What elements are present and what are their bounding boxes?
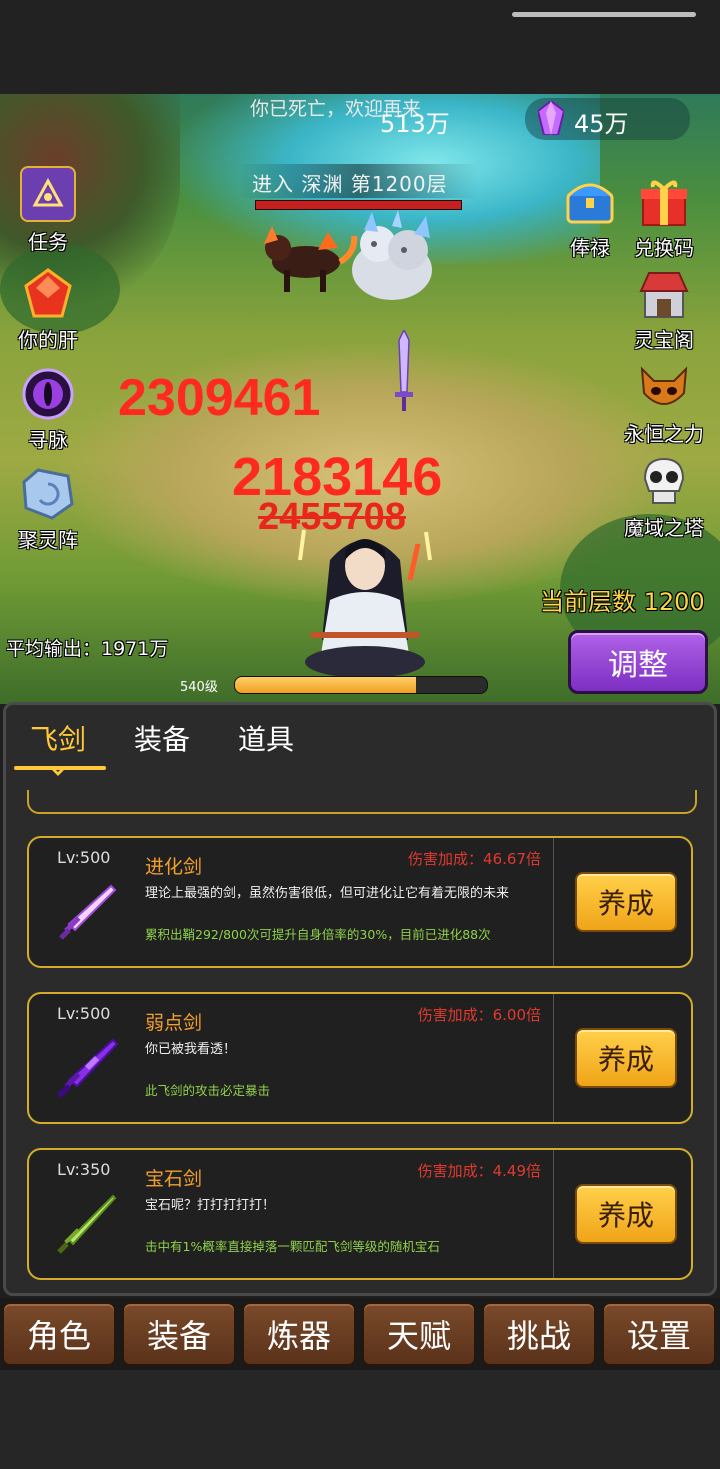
quest-button[interactable]: 任务 bbox=[0, 166, 96, 255]
money-amount: 513万 bbox=[380, 110, 450, 138]
nav-forge[interactable]: 炼器 bbox=[242, 1302, 356, 1366]
quest-book-icon bbox=[20, 166, 76, 222]
vein-search-label: 寻脉 bbox=[28, 428, 68, 452]
purple-eye-icon bbox=[22, 368, 74, 420]
crystal-golem-enemy bbox=[352, 210, 432, 300]
damage-number: 2455708 bbox=[258, 496, 406, 538]
sword-description: 宝石呢？打打打打打！ bbox=[145, 1198, 276, 1213]
gift-box-icon bbox=[638, 176, 690, 228]
footer-area bbox=[0, 1370, 720, 1469]
gem-sword-icon bbox=[57, 1194, 117, 1254]
list-item: Lv:500 弱点剑 伤害加成：6.00倍 你已被我看透！ 此飞剑的攻击必定暴击… bbox=[27, 992, 693, 1124]
spirit-shop-button[interactable]: 灵宝阁 bbox=[616, 268, 712, 353]
vein-search-button[interactable]: 寻脉 bbox=[0, 368, 96, 453]
demon-tower-button[interactable]: 魔域之塔 bbox=[616, 456, 712, 541]
nav-equipment[interactable]: 装备 bbox=[122, 1302, 236, 1366]
sword-level: Lv:500 bbox=[57, 1004, 111, 1023]
sword-damage-bonus: 伤害加成：6.00倍 bbox=[417, 1006, 541, 1024]
redeem-code-label: 兑换码 bbox=[634, 236, 694, 260]
liver-button[interactable]: 你的肝 bbox=[0, 268, 96, 353]
nav-settings[interactable]: 设置 bbox=[602, 1302, 716, 1366]
sword-effect: 击中有1%概率直接掉落一颗匹配飞剑等级的随机宝石 bbox=[145, 1239, 440, 1254]
xp-bar bbox=[234, 676, 488, 694]
list-item-previous-edge bbox=[27, 790, 697, 814]
sword-name: 宝石剑 bbox=[145, 1168, 203, 1190]
red-crystal-icon bbox=[22, 268, 74, 320]
shop-icon bbox=[638, 268, 690, 320]
evolution-sword-icon bbox=[59, 884, 117, 940]
nav-talent[interactable]: 天赋 bbox=[362, 1302, 476, 1366]
train-button[interactable]: 养成 bbox=[575, 1184, 677, 1244]
stage-title: 进入 深渊 第1200层 bbox=[252, 172, 448, 196]
demon-tower-label: 魔域之塔 bbox=[624, 516, 704, 540]
sword-damage-bonus: 伤害加成：4.49倍 bbox=[417, 1162, 541, 1180]
sword-description: 你已被我看透！ bbox=[145, 1042, 237, 1057]
tab-flying-sword[interactable]: 飞剑 bbox=[30, 718, 86, 758]
gem-icon bbox=[538, 101, 564, 135]
sword-description: 理论上最强的剑，虽然伤害很低，但可进化让它有着无限的未来 bbox=[145, 886, 510, 901]
gem-amount: 45万 bbox=[574, 110, 629, 138]
status-bar bbox=[0, 0, 720, 94]
redeem-code-button[interactable]: 兑换码 bbox=[616, 176, 712, 261]
sword-name: 进化剑 bbox=[145, 856, 203, 878]
eternal-power-button[interactable]: 永恒之力 bbox=[616, 362, 712, 447]
spirit-array-button[interactable]: 聚灵阵 bbox=[0, 468, 96, 553]
spirit-array-label: 聚灵阵 bbox=[18, 528, 78, 552]
skull-icon bbox=[638, 456, 690, 508]
spirit-stone-icon bbox=[22, 468, 74, 520]
enemy-hp-bar bbox=[255, 200, 462, 210]
sword-damage-bonus: 伤害加成：46.67倍 bbox=[408, 850, 541, 868]
sword-level: Lv:500 bbox=[57, 848, 111, 867]
spirit-shop-label: 灵宝阁 bbox=[634, 328, 694, 352]
liver-label: 你的肝 bbox=[18, 328, 78, 352]
chevron-down-icon bbox=[48, 766, 68, 776]
treasure-chest-icon bbox=[564, 176, 616, 228]
train-button[interactable]: 养成 bbox=[575, 872, 677, 932]
damage-number: 2309461 bbox=[118, 369, 321, 427]
sword-effect: 累积出鞘292/800次可提升自身倍率的30%，目前已进化88次 bbox=[145, 927, 491, 942]
demon-mask-icon bbox=[638, 362, 690, 414]
tab-equipment[interactable]: 装备 bbox=[134, 718, 190, 758]
list-item: Lv:350 宝石剑 伤害加成：4.49倍 宝石呢？打打打打打！ 击中有1%概率… bbox=[27, 1148, 693, 1280]
fire-wolf-enemy bbox=[264, 226, 358, 292]
sword-level: Lv:350 bbox=[57, 1160, 111, 1179]
xp-bar-fill bbox=[235, 677, 417, 693]
eternal-power-label: 永恒之力 bbox=[624, 422, 704, 446]
nav-character[interactable]: 角色 bbox=[2, 1302, 116, 1366]
average-output: 平均输出：1971万 bbox=[6, 638, 169, 660]
train-button[interactable]: 养成 bbox=[575, 1028, 677, 1088]
list-item: Lv:500 进化剑 伤害加成：46.67倍 理论上最强的剑，虽然伤害很低，但可… bbox=[27, 836, 693, 968]
weakness-sword-icon bbox=[56, 1038, 119, 1099]
quest-label: 任务 bbox=[28, 230, 68, 254]
tab-items[interactable]: 道具 bbox=[238, 718, 294, 758]
sword-name: 弱点剑 bbox=[145, 1012, 203, 1034]
sword-effect: 此飞剑的攻击必定暴击 bbox=[145, 1083, 271, 1098]
drag-handle[interactable] bbox=[512, 12, 696, 17]
player-level: 540级 bbox=[180, 680, 218, 695]
flying-sword bbox=[395, 330, 413, 411]
nav-challenge[interactable]: 挑战 bbox=[482, 1302, 596, 1366]
adjust-button[interactable]: 调整 bbox=[568, 630, 708, 694]
current-floor: 当前层数 1200 bbox=[540, 588, 705, 616]
hero-cultivator bbox=[298, 529, 432, 678]
